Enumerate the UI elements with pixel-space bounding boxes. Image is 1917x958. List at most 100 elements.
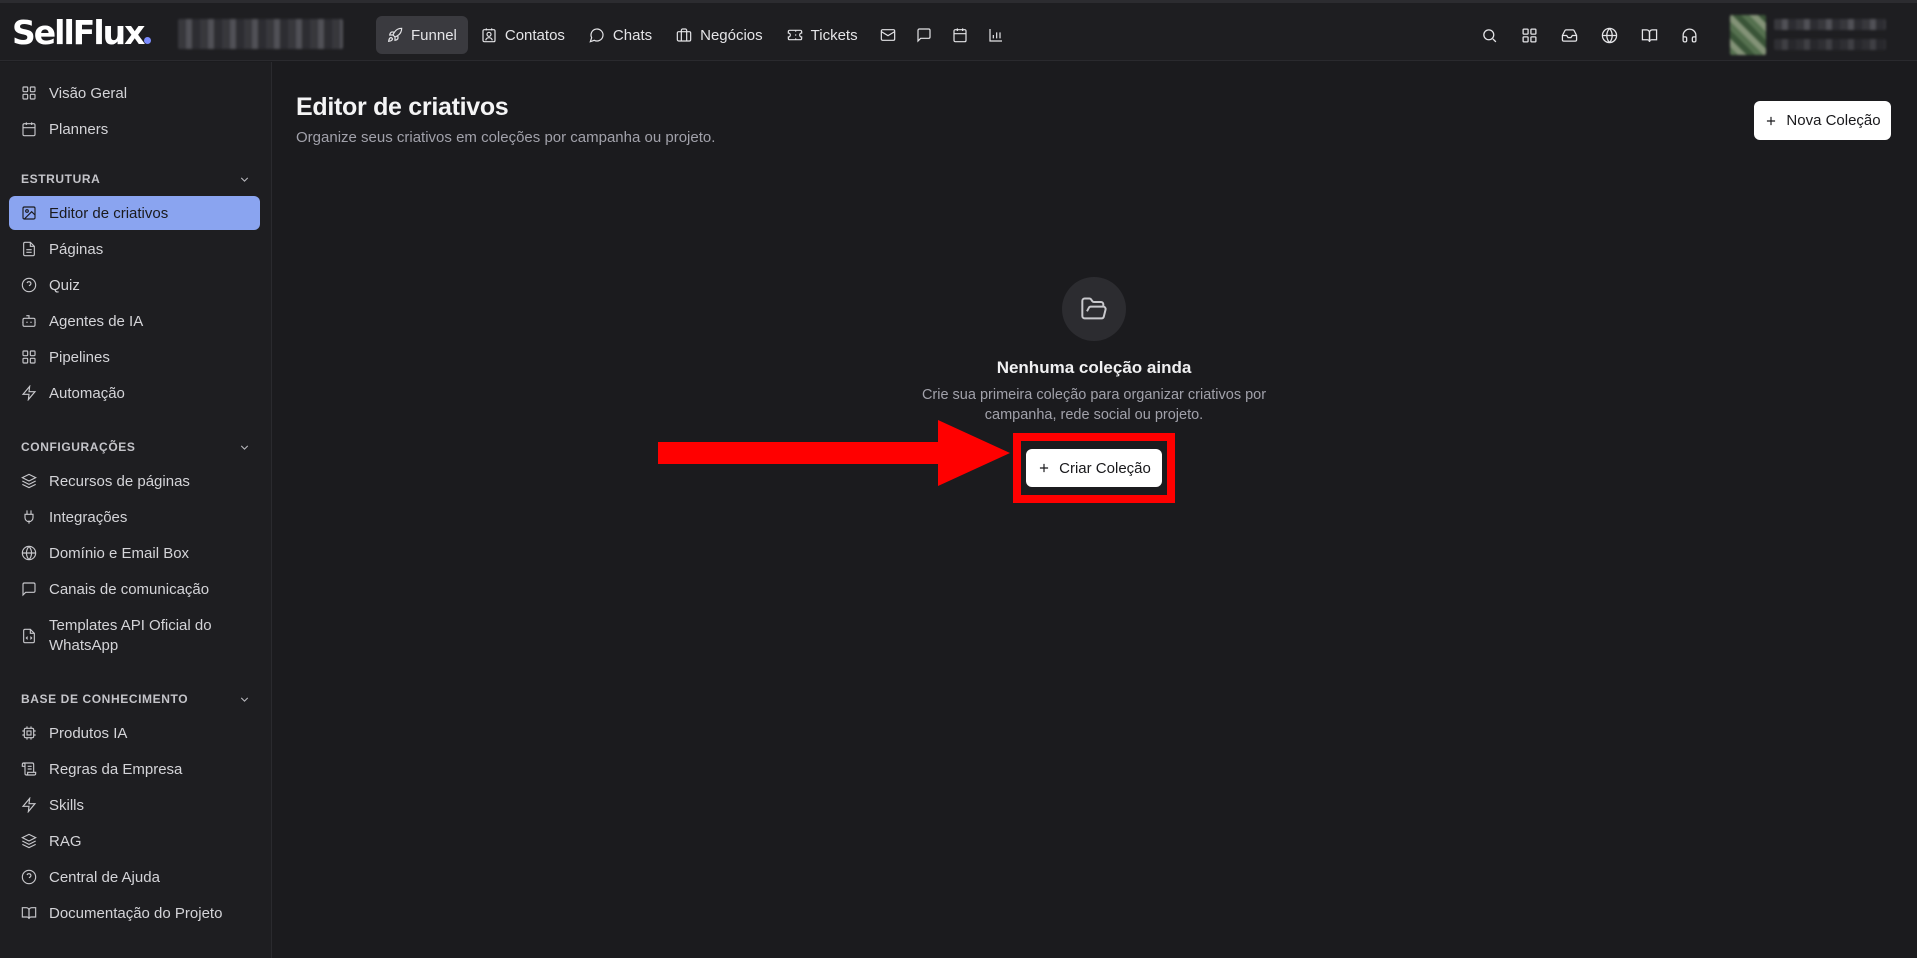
page-subtitle: Organize seus criativos em coleções por … [296, 129, 716, 146]
sidebar-item-label: Central de Ajuda [49, 868, 160, 886]
sidebar-item-automacao[interactable]: Automação [9, 376, 260, 410]
sidebar-item-editor-de-criativos[interactable]: Editor de criativos [9, 196, 260, 230]
sidebar-item-label: Integrações [49, 508, 128, 526]
empty-state-title: Nenhuma coleção ainda [996, 358, 1192, 377]
chevron-down-icon [240, 176, 249, 182]
sidebar-item-label: Editor de criativos [49, 204, 169, 222]
nav-mail[interactable] [871, 16, 905, 54]
ticket-icon [787, 29, 802, 41]
nav-reports[interactable] [979, 16, 1013, 54]
zap-icon [21, 385, 37, 401]
zap-icon [21, 797, 37, 813]
sidebar-item-label: Templates API Oficial do WhatsApp [49, 617, 212, 654]
help-circle-icon [21, 277, 37, 293]
section-base-conhecimento-header[interactable]: BASE DE CONHECIMENTO [21, 692, 251, 706]
inbox-icon [1561, 28, 1577, 42]
section-configuracoes-header[interactable]: CONFIGURAÇÕES [21, 440, 251, 454]
sidebar-item-rag[interactable]: RAG [9, 824, 260, 858]
nav-funnel-label: Funnel [411, 26, 457, 44]
nav-calendar[interactable] [943, 16, 977, 54]
mail-icon [880, 29, 895, 41]
sidebar-item-label: Recursos de páginas [49, 472, 190, 490]
nav-contatos[interactable]: Contatos [470, 16, 576, 54]
sidebar-item-label: Documentação do Projeto [49, 904, 223, 922]
docs-button[interactable] [1631, 17, 1667, 53]
sidebar-item-agentes-de-ia[interactable]: Agentes de IA [9, 304, 260, 338]
search-button[interactable] [1471, 17, 1507, 53]
sidebar-item-quiz[interactable]: Quiz [9, 268, 260, 302]
nav-tickets[interactable]: Tickets [776, 16, 869, 54]
apps-button[interactable] [1511, 17, 1547, 53]
logo-dot [144, 37, 152, 44]
layout-grid-icon [22, 350, 36, 364]
calendar-icon [953, 28, 967, 43]
sidebar: Visão Geral Planners ESTRUTURA Editor de… [0, 62, 272, 958]
logo-text: SellFlux [12, 13, 145, 52]
sidebar-item-label: Agentes de IA [49, 312, 144, 330]
calendar-icon [22, 122, 36, 137]
inbox-button[interactable] [1551, 17, 1587, 53]
globe-icon [21, 545, 37, 561]
section-title: ESTRUTURA [21, 172, 101, 186]
layers-icon [21, 833, 37, 849]
plus-icon [1040, 463, 1049, 473]
sidebar-item-label: Visão Geral [49, 84, 128, 102]
folder-open-icon [1081, 297, 1107, 320]
page-title: Editor de criativos [296, 93, 509, 121]
nav-negocios[interactable]: Negócios [665, 16, 774, 54]
new-collection-button[interactable]: Nova Coleção [1754, 101, 1891, 140]
empty-state-icon-circle [1062, 277, 1126, 341]
bot-icon [22, 315, 36, 327]
sidebar-item-label: Canais de comunicação [49, 580, 210, 598]
app-logo[interactable]: SellFlux [12, 13, 152, 53]
sidebar-item-central-de-ajuda[interactable]: Central de Ajuda [9, 860, 260, 894]
new-collection-label: Nova Coleção [1786, 112, 1881, 129]
sidebar-item-visao-geral[interactable]: Visão Geral [9, 76, 260, 110]
sidebar-item-paginas[interactable]: Páginas [9, 232, 260, 266]
globe-icon [1601, 27, 1617, 43]
main-nav: Funnel Contatos Chats Negócios Tickets [376, 16, 1013, 54]
sidebar-item-label: Quiz [49, 276, 80, 294]
sidebar-item-label: Produtos IA [49, 724, 128, 742]
book-icon [1641, 28, 1657, 42]
user-email-redacted [1774, 39, 1886, 50]
rocket-icon [387, 27, 403, 43]
section-estrutura-header[interactable]: ESTRUTURA [21, 172, 251, 186]
support-button[interactable] [1671, 17, 1707, 53]
sidebar-item-recursos-de-paginas[interactable]: Recursos de páginas [9, 464, 260, 498]
nav-negocios-label: Negócios [700, 26, 763, 44]
layers-icon [21, 473, 37, 489]
image-edit-icon [22, 206, 36, 220]
section-title: BASE DE CONHECIMENTO [21, 692, 189, 706]
sidebar-item-skills[interactable]: Skills [9, 788, 260, 822]
chat-icon [589, 28, 604, 43]
contact-icon [482, 28, 496, 43]
nav-tickets-label: Tickets [810, 26, 858, 44]
create-collection-button[interactable]: Criar Coleção [1026, 449, 1162, 487]
create-collection-label: Criar Coleção [1059, 459, 1151, 477]
headset-icon [1681, 27, 1697, 43]
cpu-icon [22, 726, 36, 740]
nav-chats-label: Chats [612, 26, 653, 44]
sidebar-item-templates-whatsapp[interactable]: Templates API Oficial do WhatsApp [9, 612, 260, 658]
avatar[interactable] [1730, 15, 1766, 55]
nav-messages[interactable] [907, 16, 941, 54]
scroll-icon [21, 762, 37, 776]
sidebar-item-dominio-email[interactable]: Domínio e Email Box [9, 536, 260, 570]
sidebar-item-canais-de-comunicacao[interactable]: Canais de comunicação [9, 572, 260, 606]
sidebar-item-documentacao[interactable]: Documentação do Projeto [9, 896, 260, 930]
sidebar-item-label: Planners [49, 120, 109, 138]
sidebar-item-produtos-ia[interactable]: Produtos IA [9, 716, 260, 750]
sidebar-item-pipelines[interactable]: Pipelines [9, 340, 260, 374]
nav-chats[interactable]: Chats [578, 16, 663, 54]
workspace-selector-redacted[interactable] [178, 19, 343, 49]
nav-contatos-label: Contatos [504, 26, 565, 44]
sidebar-item-integracoes[interactable]: Integrações [9, 500, 260, 534]
empty-state-description: Crie sua primeira coleção para organizar… [921, 387, 1267, 423]
search-icon [1482, 28, 1496, 42]
chevron-down-icon [240, 696, 249, 702]
language-button[interactable] [1591, 17, 1627, 53]
sidebar-item-planners[interactable]: Planners [9, 112, 260, 146]
nav-funnel[interactable]: Funnel [376, 16, 468, 54]
sidebar-item-regras-da-empresa[interactable]: Regras da Empresa [9, 752, 260, 786]
